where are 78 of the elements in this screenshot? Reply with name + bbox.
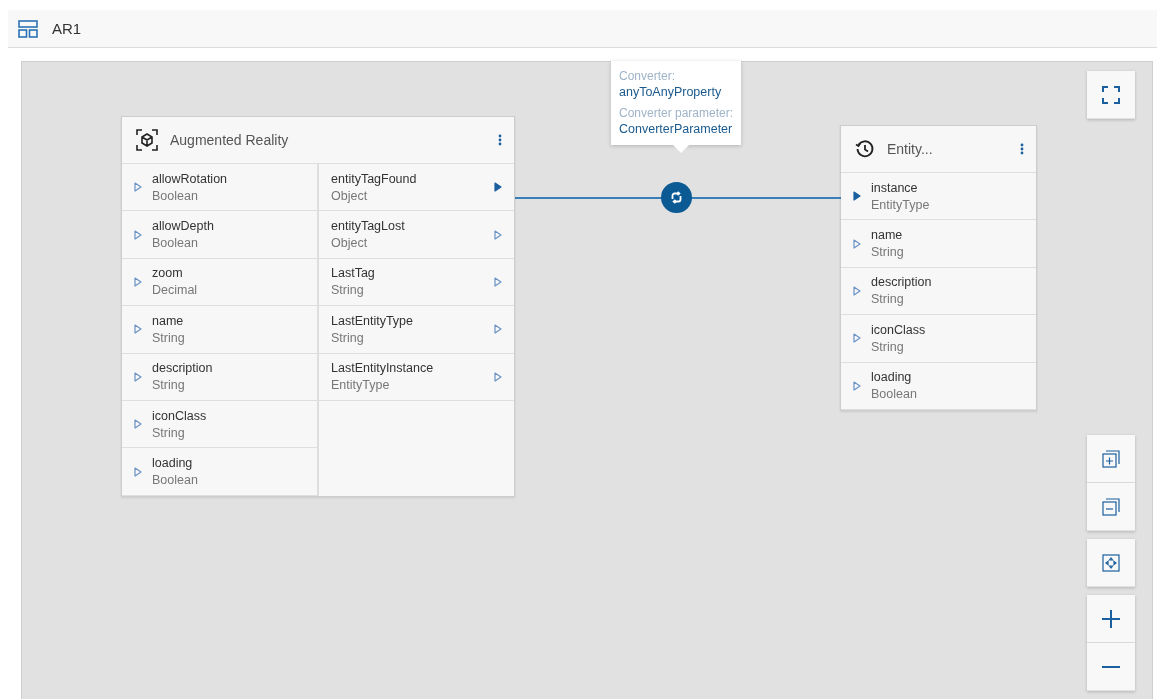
collapse-all-button[interactable] xyxy=(1087,483,1135,531)
port-type: Object xyxy=(331,236,369,251)
port-type: String xyxy=(152,425,186,440)
node-title: Entity... xyxy=(887,141,934,157)
collapse-all-icon xyxy=(1102,497,1120,516)
refresh-icon xyxy=(670,191,683,204)
port-name: iconClass xyxy=(152,408,208,423)
tooltip-value: ConverterParameter xyxy=(619,122,734,136)
triangle-outline-icon[interactable] xyxy=(494,371,502,382)
port-name: LastEntityInstance xyxy=(331,361,435,376)
triangle-outline-icon[interactable] xyxy=(853,380,861,391)
triangle-outline-icon[interactable] xyxy=(494,324,502,335)
port-name: zoom xyxy=(152,266,184,281)
port-type: Boolean xyxy=(152,236,199,251)
more-icon[interactable] xyxy=(1020,143,1024,155)
triangle-outline-icon[interactable] xyxy=(134,466,142,477)
fit-view-icon xyxy=(1102,553,1120,572)
layout-icon xyxy=(18,19,38,38)
port-name: description xyxy=(871,275,933,290)
zoom-in-button[interactable] xyxy=(1087,595,1135,643)
port-name: loading xyxy=(871,370,913,385)
triangle-outline-icon[interactable] xyxy=(134,229,142,240)
fit-view-button[interactable] xyxy=(1087,539,1135,587)
port-name: iconClass xyxy=(871,322,927,337)
filled-triangle-icon[interactable] xyxy=(494,182,502,193)
filled-triangle-icon[interactable] xyxy=(853,191,861,202)
cube-scan-icon xyxy=(136,129,158,151)
expand-all-button[interactable] xyxy=(1087,435,1135,483)
triangle-outline-icon[interactable] xyxy=(853,238,861,249)
triangle-outline-icon[interactable] xyxy=(494,229,502,240)
converter-badge[interactable] xyxy=(661,182,692,213)
port-name: instance xyxy=(871,180,919,195)
triangle-outline-icon[interactable] xyxy=(134,182,142,193)
triangle-outline-icon[interactable] xyxy=(853,333,861,344)
port-type: String xyxy=(871,245,905,260)
port-name: allowDepth xyxy=(152,219,215,234)
port-type: EntityType xyxy=(871,197,931,212)
node-title: Augmented Reality xyxy=(170,132,290,148)
tooltip-label: Converter: xyxy=(619,69,677,83)
node-card[interactable] xyxy=(121,116,515,497)
page-title: AR1 xyxy=(52,20,82,37)
fullscreen-icon xyxy=(1102,85,1120,104)
node-card[interactable]: Entity... instance EntityType name String description String iconClass String loading Boolean xyxy=(840,125,1037,411)
more-icon[interactable] xyxy=(498,134,502,146)
port-name: entityTagFound xyxy=(331,171,418,186)
triangle-outline-icon[interactable] xyxy=(134,371,142,382)
port-name: LastTag xyxy=(331,266,376,281)
port-type: EntityType xyxy=(331,378,391,393)
port-type: Object xyxy=(331,188,369,203)
history-icon xyxy=(855,139,875,159)
tooltip-value: anyToAnyProperty xyxy=(619,85,723,99)
triangle-outline-icon[interactable] xyxy=(134,276,142,287)
port-type: String xyxy=(152,330,186,345)
port-type: Decimal xyxy=(152,283,199,298)
triangle-outline-icon[interactable] xyxy=(494,276,502,287)
fullscreen-button[interactable] xyxy=(1087,71,1135,119)
port-type: Boolean xyxy=(152,188,199,203)
triangle-outline-icon[interactable] xyxy=(134,324,142,335)
port-type: String xyxy=(871,339,905,354)
tooltip-label: Converter parameter: xyxy=(619,106,734,120)
triangle-outline-icon[interactable] xyxy=(853,285,861,296)
port-type: String xyxy=(331,330,365,345)
port-name: name xyxy=(152,313,185,328)
port-name: entityTagLost xyxy=(331,219,406,234)
port-type: Boolean xyxy=(152,473,199,488)
expand-all-icon xyxy=(1102,449,1120,468)
port-name: LastEntityType xyxy=(331,313,414,328)
triangle-outline-icon[interactable] xyxy=(134,419,142,430)
port-type: String xyxy=(152,378,186,393)
port-name: allowRotation xyxy=(152,171,229,186)
port-name: description xyxy=(152,361,214,376)
minus-icon xyxy=(1101,664,1121,669)
port-type: String xyxy=(871,292,905,307)
port-type: String xyxy=(331,283,365,298)
port-name: loading xyxy=(152,456,194,471)
plus-icon xyxy=(1101,608,1121,629)
port-name: name xyxy=(871,228,904,243)
port-type: Boolean xyxy=(871,387,918,402)
